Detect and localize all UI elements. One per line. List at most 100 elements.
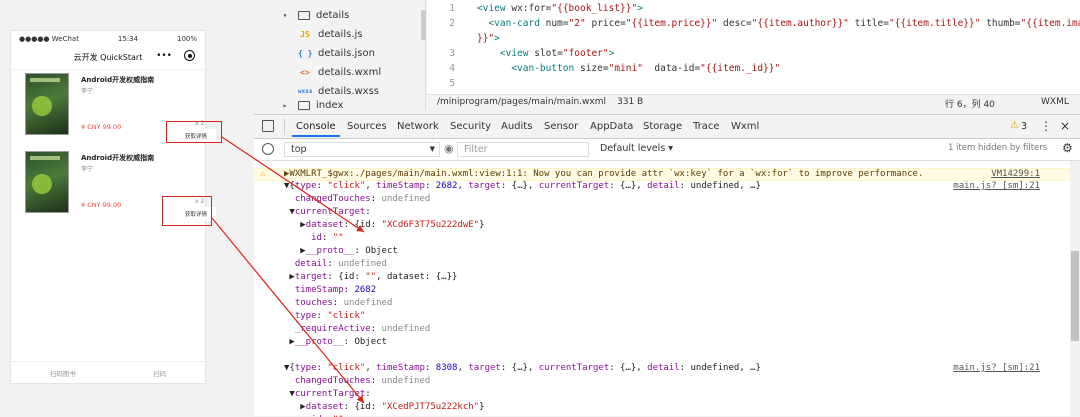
book-title: Android开发权威指南	[81, 76, 155, 84]
console-warning-row[interactable]: ▶WXMLRT_$gwx:./pages/main/main.wxml:view…	[254, 168, 1080, 181]
code-text: <van-card num="2" price="{{item.price}}"…	[488, 18, 1080, 29]
console-row[interactable]: _requireActive: undefined	[254, 324, 1080, 337]
console-message: ▶__proto__: Object	[284, 337, 387, 347]
clear-console-icon[interactable]	[262, 143, 274, 155]
context-selector[interactable]: top ▼	[284, 142, 440, 157]
console-toolbar: top ▼ ◉ Filter Default levels ▾ 1 item hi…	[254, 139, 1080, 161]
console-message: detail: undefined	[294, 259, 387, 269]
console-message: ▶WXMLRT_$gwx:./pages/main/main.wxml:view…	[284, 169, 924, 179]
eye-icon[interactable]: ◉	[444, 142, 454, 157]
status-bar: ●●●●● WeChat 15:34 100%	[11, 31, 205, 46]
console-row[interactable]: ▼{type: "click", timeStamp: 2682, target…	[254, 181, 1080, 194]
inspect-element-icon[interactable]	[262, 120, 274, 132]
console-row[interactable]: ▶__proto__: Object	[254, 246, 1080, 259]
code-editor[interactable]: 1 <view wx:for="{{book_list}}"> 2 <van-ca…	[427, 0, 1080, 94]
close-devtools-icon[interactable]: ×	[1060, 119, 1070, 133]
line-number: 4	[449, 63, 455, 74]
tab-network[interactable]: Network	[397, 121, 439, 132]
source-link[interactable]: VM14299:1	[991, 169, 1040, 179]
code-text: <view slot="footer">	[499, 48, 615, 59]
nav-bar: 云开发 QuickStart •••	[11, 46, 205, 70]
tab-sources[interactable]: Sources	[347, 121, 387, 132]
log-levels-dropdown[interactable]: Default levels ▾	[600, 143, 673, 154]
console-scrollbar[interactable]	[1070, 161, 1080, 417]
console-row[interactable]: type: "click"	[254, 311, 1080, 324]
editor-status-bar: /miniprogram/pages/main/main.wxml 331 B …	[427, 94, 1080, 110]
book-price: ¥ CNY 99.00	[81, 123, 122, 131]
console-row[interactable]: changedTouches: undefined	[254, 376, 1080, 389]
console-row[interactable]: id: ""	[254, 233, 1080, 246]
console-message: type: "click"	[294, 311, 366, 321]
console-row[interactable]: detail: undefined	[254, 259, 1080, 272]
console-row[interactable]: ··· ········ ····· ·········· ··· ······…	[254, 161, 1080, 168]
more-options-icon[interactable]: ⋮	[1040, 119, 1052, 133]
console-message: ▼currentTarget:	[284, 207, 371, 217]
source-link[interactable]: main.js? [sm]:21	[953, 363, 1040, 373]
console-row[interactable]: ▶__proto__: Object	[254, 337, 1080, 350]
console-row[interactable]: ▶dataset: {id: "XCd6F3T75u222dwE"}	[254, 220, 1080, 233]
console-message: touches: undefined	[294, 298, 393, 308]
tree-item-details-wxss[interactable]: wxss details.wxss	[298, 83, 379, 99]
settings-gear-icon[interactable]: ⚙	[1062, 141, 1073, 155]
console-row[interactable]: changedTouches: undefined	[254, 194, 1080, 207]
warning-icon[interactable]: ⚠	[1010, 120, 1019, 131]
console-row[interactable]: ▶target: {id: "", dataset: {…}}	[254, 272, 1080, 285]
console-row[interactable]: ▶dataset: {id: "XCedPJT75u222kch"}	[254, 402, 1080, 415]
tab-scan-book[interactable]: 扫码图书	[50, 368, 76, 378]
language-mode[interactable]: WXML	[1041, 97, 1069, 107]
devtools-panel: Console Sources Network Security Audits …	[254, 114, 1080, 417]
console-message: id: ""	[311, 233, 344, 243]
tab-appdata[interactable]: AppData	[590, 121, 633, 132]
tab-wxml[interactable]: Wxml	[731, 121, 759, 132]
tab-storage[interactable]: Storage	[643, 121, 682, 132]
close-miniprogram-icon[interactable]	[184, 50, 195, 61]
hidden-count: 1 item hidden by filters	[948, 143, 1048, 153]
tab-console[interactable]: Console	[292, 121, 340, 137]
console-message: ▶target: {id: "", dataset: {…}}	[284, 272, 458, 282]
devtools-tabs: Console Sources Network Security Audits …	[254, 115, 1080, 139]
console-message: ··· ········ ····· ·········· ··· ······…	[284, 161, 755, 165]
warning-count[interactable]: 3	[1021, 121, 1027, 132]
console-row[interactable]: ▼currentTarget:	[254, 389, 1080, 402]
tree-item-details-js[interactable]: JS details.js	[298, 26, 362, 42]
js-file-icon: JS	[300, 29, 310, 39]
more-icon[interactable]: •••	[156, 51, 172, 61]
tab-scan[interactable]: 扫码	[153, 368, 166, 378]
tab-sensor[interactable]: Sensor	[544, 121, 578, 132]
console-row[interactable]: timeStamp: 2682	[254, 285, 1080, 298]
console-row[interactable]: ▼{type: "click", timeStamp: 8308, target…	[254, 363, 1080, 376]
console-row[interactable]: ▼currentTarget:	[254, 207, 1080, 220]
tab-audits[interactable]: Audits	[501, 121, 532, 132]
wxss-file-icon: wxss	[298, 87, 313, 95]
console-message: ▶__proto__: Object	[284, 246, 398, 256]
cursor-position: 行 6，列 40	[945, 100, 995, 110]
scrollbar-thumb[interactable]	[1071, 251, 1079, 341]
tree-item-index[interactable]: ▸ index	[278, 100, 344, 110]
tree-item-details[interactable]: ▾ details	[278, 7, 350, 23]
source-link[interactable]: main.js? [sm]:21	[953, 181, 1040, 191]
console-output[interactable]: ··· ········ ····· ·········· ··· ······…	[254, 161, 1080, 417]
console-row[interactable]	[254, 350, 1080, 363]
capsule-menu[interactable]: •••	[156, 50, 195, 61]
code-text: <van-button size="mini" data-id="{{item.…	[511, 63, 781, 74]
tab-bar: 扫码图书 扫码	[11, 361, 205, 383]
tab-trace[interactable]: Trace	[693, 121, 720, 132]
console-message: ▶dataset: {id: "XCd6F3T75u222dwE"}	[284, 220, 485, 230]
file-tree-scrollbar[interactable]	[421, 10, 426, 40]
tab-security[interactable]: Security	[450, 121, 491, 132]
book-author: 李宁	[81, 88, 94, 95]
console-row[interactable]: touches: undefined	[254, 298, 1080, 311]
carrier-label: ●●●●● WeChat	[19, 34, 79, 43]
book-title: Android开发权威指南	[81, 154, 155, 162]
tree-item-details-json[interactable]: { } details.json	[298, 45, 375, 61]
warning-icon: ⚠	[260, 169, 266, 179]
tree-item-details-wxml[interactable]: <> details.wxml	[298, 64, 381, 80]
annotation-box	[166, 121, 222, 143]
line-number: 1	[449, 3, 455, 14]
tree-item-label: index	[316, 100, 344, 110]
tree-item-label: details.js	[318, 28, 363, 40]
line-number: 2	[449, 18, 455, 29]
console-message: _requireActive: undefined	[294, 324, 431, 334]
battery-label: 100%	[176, 34, 197, 43]
filter-input[interactable]: Filter	[457, 142, 589, 157]
